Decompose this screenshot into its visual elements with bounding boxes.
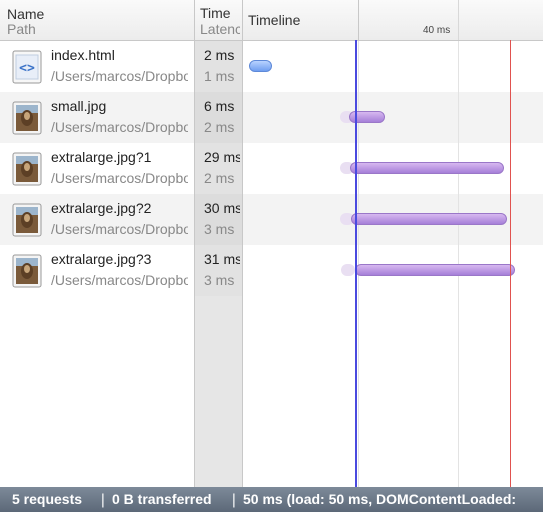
- timeline-tick-label: 40 ms: [423, 25, 451, 36]
- transferred-size: 0 B transferred: [112, 491, 212, 507]
- load-timing: 50 ms (load: 50 ms, DOMContentLoaded:: [243, 491, 517, 507]
- image-file-icon: [12, 101, 42, 135]
- image-file-icon: [12, 203, 42, 237]
- timeline-bar-image[interactable]: [350, 162, 504, 174]
- resource-name: small.jpg: [51, 98, 107, 114]
- timeline-bar-image[interactable]: [355, 264, 515, 276]
- image-file-icon: [12, 254, 42, 288]
- resource-latency: 2 ms: [204, 170, 235, 186]
- timeline-column-header[interactable]: Timeline: [248, 12, 300, 28]
- resource-path: /Users/marcos/Dropbox: [51, 170, 188, 186]
- image-file-icon: [12, 152, 42, 186]
- header-divider: [358, 0, 359, 40]
- column-divider[interactable]: [242, 0, 243, 487]
- network-panel: <> index.html /Users/marcos/Dropbox 2 ms…: [0, 0, 543, 512]
- timeline-bar-document[interactable]: [249, 60, 272, 72]
- header-divider: [242, 0, 243, 40]
- resource-time: 31 ms: [204, 251, 240, 267]
- resource-path: /Users/marcos/Dropbox: [51, 272, 188, 288]
- status-bar: 5 requests ❘ 0 B transferred ❘ 50 ms (lo…: [0, 487, 543, 512]
- resource-time: 2 ms: [204, 47, 235, 63]
- timeline-gridline: [458, 0, 459, 487]
- resource-path: /Users/marcos/Dropbox: [51, 68, 188, 84]
- latency-column-subheader[interactable]: Latency: [200, 21, 240, 37]
- html-file-icon: <>: [12, 50, 42, 84]
- resource-time: 29 ms: [204, 149, 240, 165]
- name-column-header[interactable]: Name: [7, 6, 44, 22]
- resource-latency: 3 ms: [204, 272, 235, 288]
- resource-path: /Users/marcos/Dropbox: [51, 221, 188, 237]
- timeline-bar-image[interactable]: [351, 213, 507, 225]
- resource-latency: 2 ms: [204, 119, 235, 135]
- resource-name: extralarge.jpg?1: [51, 149, 152, 165]
- resource-path: /Users/marcos/Dropbox: [51, 119, 188, 135]
- column-divider[interactable]: [194, 0, 195, 487]
- resource-name: extralarge.jpg?2: [51, 200, 152, 216]
- load-event-marker: [510, 40, 511, 487]
- resource-name: index.html: [51, 47, 115, 63]
- svg-text:<>: <>: [19, 61, 35, 76]
- header-tick-divider: [458, 0, 459, 40]
- request-count: 5 requests: [12, 491, 83, 507]
- resource-latency: 1 ms: [204, 68, 235, 84]
- table-header: Name Path Time Latency Timeline 40 ms: [0, 0, 543, 41]
- resource-name: extralarge.jpg?3: [51, 251, 152, 267]
- path-column-subheader[interactable]: Path: [7, 21, 36, 37]
- timeline-gridline: [358, 0, 359, 487]
- status-separator: ❘: [228, 491, 240, 507]
- table-row[interactable]: small.jpg /Users/marcos/Dropbox 6 ms 2 m…: [0, 92, 543, 143]
- status-separator: ❘: [97, 491, 109, 507]
- resource-time: 30 ms: [204, 200, 240, 216]
- timeline-bar-latency[interactable]: [341, 264, 355, 276]
- resource-latency: 3 ms: [204, 221, 235, 237]
- resource-time: 6 ms: [204, 98, 235, 114]
- time-column-header[interactable]: Time: [200, 5, 231, 21]
- header-divider: [194, 0, 195, 40]
- dom-content-loaded-marker: [355, 40, 357, 487]
